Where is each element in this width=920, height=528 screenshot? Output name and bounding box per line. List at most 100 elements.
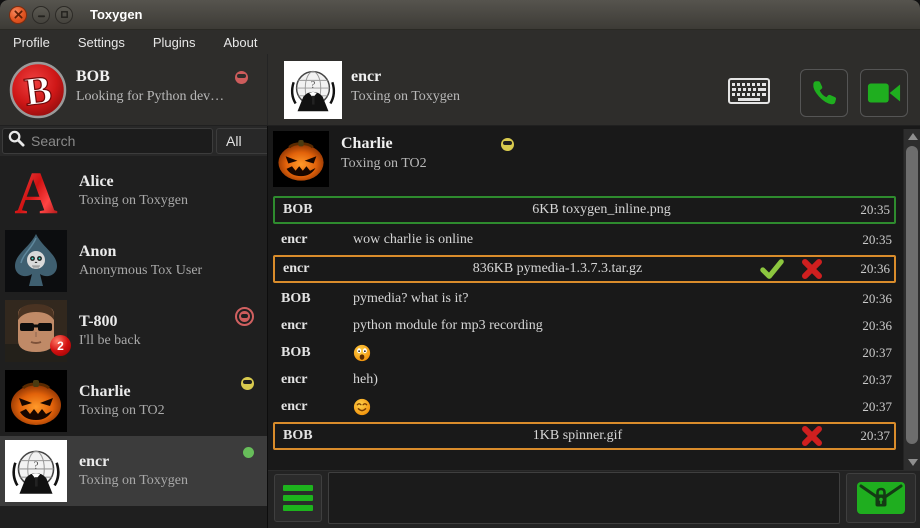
maximize-window-button[interactable] xyxy=(55,6,73,24)
online-status-icon xyxy=(243,447,254,458)
contact-row-charlie[interactable]: Charlie Toxing on TO2 xyxy=(0,366,267,436)
file-name: 1KB spinner.gif xyxy=(355,428,800,444)
message-time: 20:37 xyxy=(850,399,896,415)
svg-text:?: ? xyxy=(33,460,38,472)
audio-call-button[interactable] xyxy=(800,69,848,117)
toxygen-window: Toxygen Profile Settings Plugins About B… xyxy=(0,0,920,528)
contact-name: T-800 xyxy=(79,313,141,331)
message-text xyxy=(353,398,850,416)
self-avatar[interactable]: B xyxy=(9,61,67,119)
self-name[interactable]: BOB xyxy=(76,68,110,86)
scroll-up-arrow-icon[interactable] xyxy=(904,129,920,144)
contact-row-alice[interactable]: A Alice Toxing on Toxygen xyxy=(0,156,267,226)
message-row: encr 20:37 xyxy=(273,393,896,420)
peer-status-message: Toxing on TO2 xyxy=(341,156,514,172)
decline-file-button[interactable] xyxy=(800,257,824,281)
self-status-message[interactable]: Looking for Python dev… xyxy=(76,89,256,105)
message-text: python module for mp3 recording xyxy=(353,318,850,334)
message-time: 20:36 xyxy=(848,261,894,277)
message-history: Charlie Toxing on TO2 BOB 6KB toxygen_in… xyxy=(268,126,920,470)
contact-status-message: Anonymous Tox User xyxy=(79,263,202,279)
message-text: wow charlie is online xyxy=(353,232,850,248)
menu-about[interactable]: About xyxy=(223,35,257,50)
contact-row-encr[interactable]: ? encr Toxing on Toxygen xyxy=(0,436,267,506)
menu-settings[interactable]: Settings xyxy=(78,35,125,50)
hamburger-menu-icon xyxy=(283,485,313,491)
away-status-icon xyxy=(241,377,254,390)
file-name: 836KB pymedia-1.3.7.3.tar.gz xyxy=(355,261,760,277)
svg-text:B: B xyxy=(22,67,54,115)
contact-list: A Alice Toxing on Toxygen xyxy=(0,156,267,528)
message-time: 20:37 xyxy=(850,345,896,361)
file-transfer-row: BOB 1KB spinner.gif 20:37 xyxy=(273,422,896,450)
contact-name: Alice xyxy=(79,173,188,191)
checkmark-icon xyxy=(760,258,784,280)
message-time: 20:35 xyxy=(850,232,896,248)
charlie-avatar xyxy=(5,370,67,432)
svg-text:A: A xyxy=(14,160,57,222)
contact-name: encr xyxy=(79,453,188,471)
alice-avatar: A xyxy=(5,160,67,222)
smile-emoji-icon xyxy=(353,398,371,416)
shocked-emoji-icon xyxy=(353,344,371,362)
message-time: 20:37 xyxy=(850,372,896,388)
message-scrollbar[interactable] xyxy=(903,129,920,470)
attachments-menu-button[interactable] xyxy=(274,474,322,522)
video-camera-icon xyxy=(867,80,901,106)
contact-row-t800[interactable]: T-800 I'll be back 2 xyxy=(0,296,267,366)
close-window-button[interactable] xyxy=(9,6,27,24)
contact-status-message: Toxing on TO2 xyxy=(79,403,165,419)
contact-status-message: Toxing on Toxygen xyxy=(79,473,188,489)
peer-info-card: Charlie Toxing on TO2 xyxy=(273,131,896,193)
message-sender: BOB xyxy=(275,428,355,444)
chat-area: Charlie Toxing on TO2 BOB 6KB toxygen_in… xyxy=(267,126,920,528)
top-panel: B BOB Looking for Python dev… xyxy=(0,54,920,126)
message-sender: BOB xyxy=(275,202,355,218)
contacts-sidebar: All A Alice Toxing on Toxyge xyxy=(0,126,267,528)
keyboard-icon[interactable] xyxy=(728,78,770,109)
encr-avatar: ? xyxy=(5,440,67,502)
contact-name: Anon xyxy=(79,243,202,261)
message-time: 20:35 xyxy=(848,202,894,218)
accept-file-button[interactable] xyxy=(760,257,784,281)
menu-plugins[interactable]: Plugins xyxy=(153,35,196,50)
charlie-avatar xyxy=(273,131,329,187)
message-row: encr wow charlie is online 20:35 xyxy=(273,226,896,253)
menubar: Profile Settings Plugins About xyxy=(0,30,920,54)
menu-profile[interactable]: Profile xyxy=(13,35,50,50)
message-sender: encr xyxy=(273,318,353,334)
busy-status-icon xyxy=(235,307,254,326)
video-call-button[interactable] xyxy=(860,69,908,117)
scroll-down-arrow-icon[interactable] xyxy=(904,455,920,470)
active-peer-status-message: Toxing on Toxygen xyxy=(351,89,460,105)
message-time: 20:36 xyxy=(850,318,896,334)
contact-row-anon[interactable]: Anon Anonymous Tox User xyxy=(0,226,267,296)
encrypted-send-icon xyxy=(856,481,906,515)
message-input[interactable] xyxy=(328,472,840,524)
minimize-window-button[interactable] xyxy=(32,6,50,24)
svg-text:?: ? xyxy=(311,80,316,91)
message-text: pymedia? what is it? xyxy=(353,291,850,307)
self-profile-panel: B BOB Looking for Python dev… xyxy=(0,54,267,125)
cross-icon xyxy=(801,258,823,280)
phone-icon xyxy=(808,77,840,109)
search-box[interactable] xyxy=(2,128,213,154)
message-sender: encr xyxy=(273,399,353,415)
peer-name: Charlie xyxy=(341,135,501,153)
busy-status-icon[interactable] xyxy=(235,71,248,84)
send-message-button[interactable] xyxy=(846,473,916,523)
cancel-file-button[interactable] xyxy=(800,424,824,448)
file-name: 6KB toxygen_inline.png xyxy=(355,202,848,218)
scrollbar-thumb[interactable] xyxy=(906,146,918,444)
message-sender: encr xyxy=(273,232,353,248)
anon-avatar xyxy=(5,230,67,292)
file-transfer-row: encr 836KB pymedia-1.3.7.3.tar.gz 20:36 xyxy=(273,255,896,283)
active-peer-name: encr xyxy=(351,68,460,86)
active-peer-avatar: ? xyxy=(284,61,342,119)
message-sender: encr xyxy=(275,261,355,277)
search-input[interactable] xyxy=(31,133,212,149)
message-sender: BOB xyxy=(273,291,353,307)
message-text: heh) xyxy=(353,372,850,388)
message-time: 20:36 xyxy=(850,291,896,307)
window-title: Toxygen xyxy=(90,7,143,22)
